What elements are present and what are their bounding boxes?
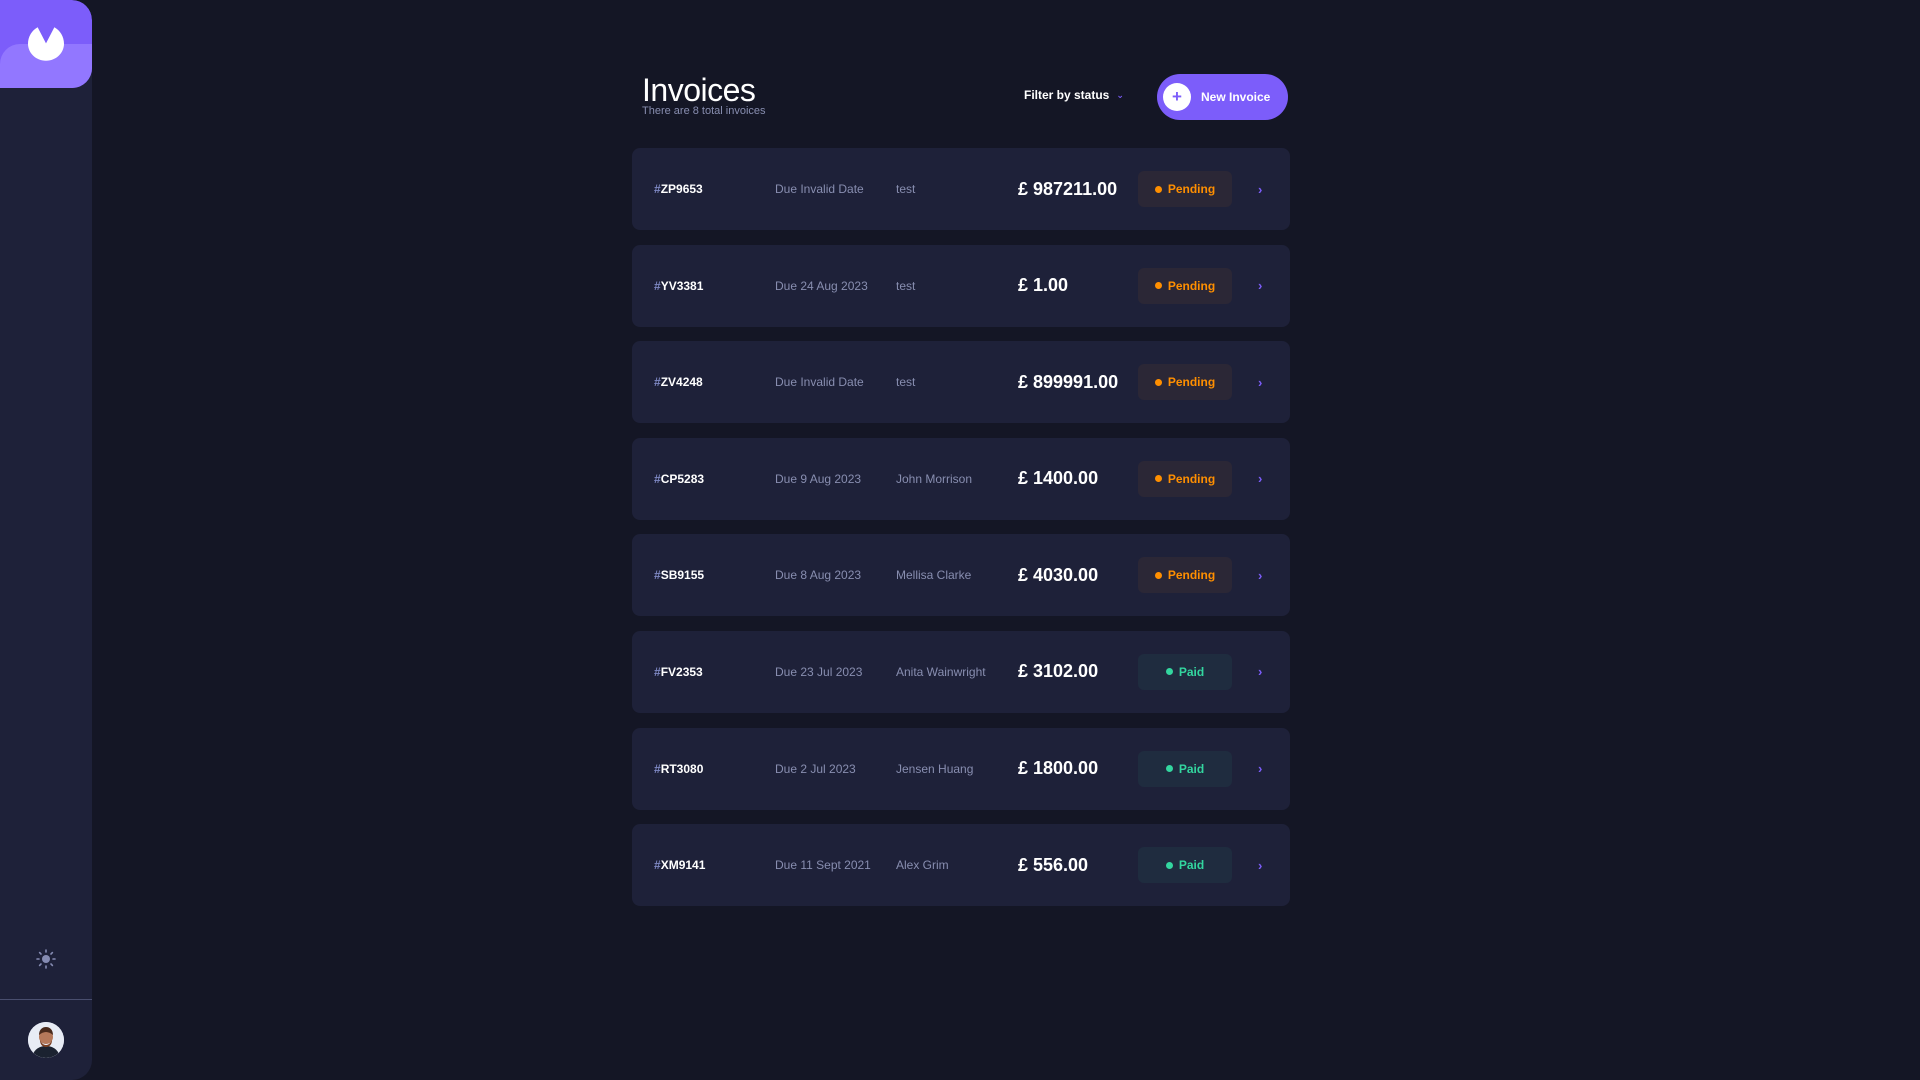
invoice-client: Jensen Huang: [896, 761, 974, 776]
page-title: Invoices: [642, 72, 756, 108]
invoice-amount: £ 556.00: [1018, 854, 1089, 875]
new-invoice-button[interactable]: + New Invoice: [1157, 74, 1288, 120]
status-badge: Pending: [1138, 460, 1232, 497]
chevron-right-icon[interactable]: ›: [1258, 148, 1262, 230]
status-badge: Pending: [1138, 267, 1232, 304]
logo[interactable]: [0, 0, 92, 88]
invoice-amount: £ 987211.00: [1018, 178, 1118, 199]
chevron-right-icon[interactable]: ›: [1258, 438, 1262, 520]
status-dot-icon: [1165, 861, 1173, 869]
status-dot-icon: [1154, 571, 1162, 579]
status-badge: Pending: [1138, 171, 1232, 207]
invoice-id: # ZV4248: [654, 375, 703, 390]
invoice-id: # XM9141: [654, 858, 706, 873]
invoice-row[interactable]: # FV2353 Due 23 Jul 2023 Anita Wainwright…: [632, 630, 1290, 713]
sun-icon: [36, 949, 56, 969]
invoice-row[interactable]: # YV3381 Due 24 Aug 2023 test £ 1.00 Pend…: [632, 244, 1290, 327]
invoice-row[interactable]: # SB9155 Due 8 Aug 2023 Mellisa Clarke £ …: [632, 534, 1290, 617]
logo-icon: [28, 27, 64, 61]
chevron-right-icon[interactable]: ›: [1258, 534, 1262, 616]
status-dot-icon: [1165, 668, 1173, 676]
page-header: Invoices There are 8 total invoices Filt…: [642, 72, 1288, 122]
invoice-due-date: Due 9 Aug 2023: [775, 471, 862, 486]
chevron-down-icon: ⌄: [1116, 89, 1124, 100]
invoice-amount: £ 3102.00: [1018, 661, 1099, 682]
new-invoice-label: New Invoice: [1201, 90, 1271, 104]
invoice-client: Anita Wainwright: [896, 664, 986, 679]
status-dot-icon: [1154, 378, 1162, 386]
invoice-due-date: Due 23 Jul 2023: [775, 664, 863, 679]
status-dot-icon: [1154, 475, 1162, 483]
sidebar: [0, 0, 92, 1080]
invoice-id: # SB9155: [654, 568, 705, 583]
invoice-due-date: Due 8 Aug 2023: [775, 568, 862, 583]
invoice-client: test: [896, 182, 916, 196]
status-badge: Paid: [1138, 653, 1232, 690]
invoice-row[interactable]: # ZV4248 Due Invalid Date test £ 899991.0…: [632, 341, 1290, 424]
invoice-row[interactable]: # XM9141 Due 11 Sept 2021 Alex Grim £ 556…: [632, 824, 1290, 907]
invoice-id: # FV2353: [654, 664, 703, 679]
invoice-amount: £ 1800.00: [1018, 758, 1099, 779]
invoice-list: # ZP9653 Due Invalid Date test £ 987211.0…: [632, 148, 1290, 921]
avatar-container: [0, 1000, 92, 1080]
invoice-id: # RT3080: [654, 761, 704, 776]
invoice-count: There are 8 total invoices: [642, 105, 766, 117]
invoice-amount: £ 899991.00: [1018, 371, 1119, 392]
status-badge: Paid: [1138, 847, 1232, 884]
invoice-amount: £ 1400.00: [1018, 468, 1099, 489]
invoice-client: Mellisa Clarke: [896, 568, 972, 583]
chevron-right-icon[interactable]: ›: [1258, 728, 1262, 810]
invoice-id: # YV3381: [654, 278, 704, 293]
invoice-row[interactable]: # CP5283 Due 9 Aug 2023 John Morrison £ 1…: [632, 437, 1290, 520]
invoice-due-date: Due Invalid Date: [775, 182, 864, 196]
invoice-row[interactable]: # ZP9653 Due Invalid Date test £ 987211.0…: [632, 148, 1290, 230]
invoice-row[interactable]: # RT3080 Due 2 Jul 2023 Jensen Huang £ 18…: [632, 727, 1290, 810]
invoice-due-date: Due 24 Aug 2023: [775, 278, 868, 293]
chevron-right-icon[interactable]: ›: [1258, 341, 1262, 423]
avatar[interactable]: [28, 1022, 64, 1058]
chevron-right-icon[interactable]: ›: [1258, 824, 1262, 906]
invoice-due-date: Due Invalid Date: [775, 375, 864, 390]
sidebar-bottom: [0, 919, 92, 1080]
user-avatar-icon: [28, 1022, 64, 1058]
status-dot-icon: [1165, 765, 1173, 773]
status-dot-icon: [1154, 185, 1162, 193]
invoice-client: Alex Grim: [896, 858, 949, 873]
invoice-client: John Morrison: [896, 471, 973, 486]
invoice-due-date: Due 2 Jul 2023: [775, 761, 856, 776]
invoice-due-date: Due 11 Sept 2021: [775, 858, 871, 873]
invoice-client: test: [896, 375, 916, 390]
chevron-right-icon[interactable]: ›: [1258, 631, 1262, 713]
invoice-id: # ZP9653: [654, 182, 703, 196]
invoice-amount: £ 4030.00: [1018, 564, 1099, 585]
status-badge: Pending: [1138, 364, 1232, 401]
theme-toggle-button[interactable]: [0, 919, 92, 999]
invoice-id: # CP5283: [654, 471, 705, 486]
invoice-amount: £ 1.00: [1018, 275, 1069, 296]
filter-by-status-dropdown[interactable]: Filter by status ⌄: [1024, 88, 1124, 102]
status-badge: Pending: [1138, 557, 1232, 594]
filter-label: Filter by status: [1024, 88, 1110, 102]
invoice-client: test: [896, 278, 916, 293]
status-badge: Paid: [1138, 750, 1232, 787]
plus-icon: +: [1163, 83, 1191, 111]
status-dot-icon: [1154, 282, 1162, 290]
chevron-right-icon[interactable]: ›: [1258, 245, 1262, 327]
